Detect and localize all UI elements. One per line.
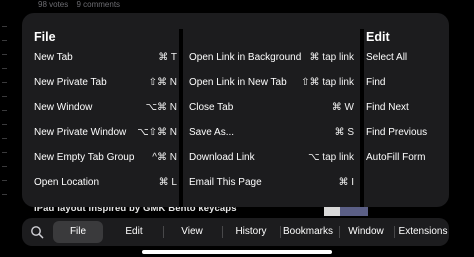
- menu-item-label: New Tab: [34, 52, 73, 63]
- shortcut-label: ⌘ T: [158, 52, 177, 63]
- menu-item-label: Close Tab: [189, 102, 234, 113]
- shortcut-label: ⌘ I: [338, 177, 354, 188]
- menubar-item-edit[interactable]: Edit: [112, 218, 156, 246]
- shortcut-label: ⇧⌘ N: [148, 77, 177, 88]
- shortcut-label: ⌘ L: [158, 177, 177, 188]
- menu-item-open-location[interactable]: Open Location ⌘ L: [34, 174, 177, 192]
- menu-item-label: Email This Page: [189, 177, 262, 188]
- file-menu-title: File: [34, 30, 56, 44]
- shortcut-label: ⇧⌘ tap link: [301, 77, 354, 88]
- comments-count: 9 comments: [76, 0, 121, 9]
- votes-count: 98 votes: [38, 0, 69, 9]
- menu-item-label: Open Link in Background: [189, 52, 302, 63]
- menu-item-new-private-tab[interactable]: New Private Tab ⇧⌘ N: [34, 74, 177, 92]
- menu-item-label: New Empty Tab Group: [34, 152, 135, 163]
- menu-item-label: New Private Tab: [34, 77, 107, 88]
- menubar-item-extensions[interactable]: Extensions: [398, 218, 448, 246]
- menu-item-label: Open Link in New Tab: [189, 77, 287, 88]
- menu-item-autofill-form[interactable]: AutoFill Form: [366, 149, 444, 167]
- menu-item-new-empty-tab-group[interactable]: New Empty Tab Group ^⌘ N: [34, 149, 177, 167]
- shortcut-label: ⌘ S: [334, 127, 354, 138]
- menu-item-find-previous[interactable]: Find Previous: [366, 124, 444, 142]
- menubar-separator: [339, 226, 340, 238]
- menubar-item-file[interactable]: File: [53, 221, 103, 243]
- menu-item-label: New Window: [34, 102, 93, 113]
- menu-item-label: Find Previous: [366, 127, 428, 138]
- menubar-separator: [280, 226, 281, 238]
- shortcut-label: ⌘ W: [331, 102, 354, 113]
- menu-item-find[interactable]: Find: [366, 74, 444, 92]
- menu-item-label: Open Location: [34, 177, 100, 188]
- menubar-item-view[interactable]: View: [169, 218, 215, 246]
- menu-item-open-link-new-tab[interactable]: Open Link in New Tab ⇧⌘ tap link: [189, 74, 354, 92]
- menu-item-open-link-background[interactable]: Open Link in Background ⌘ tap link: [189, 49, 354, 67]
- menu-item-save-as[interactable]: Save As... ⌘ S: [189, 124, 354, 142]
- column-divider: [179, 29, 183, 207]
- menu-item-label: AutoFill Form: [366, 152, 426, 163]
- menu-bar: File Edit View History Bookmarks Window …: [22, 218, 449, 246]
- menubar-item-history[interactable]: History: [228, 218, 274, 246]
- search-icon[interactable]: [30, 225, 44, 239]
- menu-item-label: Select All: [366, 52, 408, 63]
- menu-item-label: New Private Window: [34, 127, 127, 138]
- menu-item-download-link[interactable]: Download Link ⌥ tap link: [189, 149, 354, 167]
- shortcut-label: ⌥ tap link: [308, 152, 354, 163]
- column-divider: [360, 29, 364, 207]
- menu-item-new-window[interactable]: New Window ⌥⌘ N: [34, 99, 177, 117]
- menu-item-label: Find Next: [366, 102, 409, 113]
- shortcut-label: ^⌘ N: [152, 152, 177, 163]
- edit-menu-title: Edit: [366, 30, 390, 44]
- shortcut-label: ⌥⇧⌘ N: [137, 127, 177, 138]
- menubar-separator: [163, 226, 164, 238]
- menu-item-label: Save As...: [189, 127, 235, 138]
- home-indicator[interactable]: [142, 250, 332, 254]
- menu-item-label: Find: [366, 77, 386, 88]
- menu-item-new-private-window[interactable]: New Private Window ⌥⇧⌘ N: [34, 124, 177, 142]
- menu-item-new-tab[interactable]: New Tab ⌘ T: [34, 49, 177, 67]
- menubar-item-bookmarks[interactable]: Bookmarks: [283, 218, 333, 246]
- shortcut-label: ⌘ tap link: [309, 52, 354, 63]
- menu-item-find-next[interactable]: Find Next: [366, 99, 444, 117]
- menubar-item-window[interactable]: Window: [344, 218, 388, 246]
- post-meta: 98 votes 9 comments: [38, 0, 126, 9]
- menu-item-email-page[interactable]: Email This Page ⌘ I: [189, 174, 354, 192]
- page-gutter-marks: [0, 18, 10, 218]
- menu-item-select-all[interactable]: Select All: [366, 49, 444, 67]
- menubar-separator: [222, 226, 223, 238]
- menu-item-close-tab[interactable]: Close Tab ⌘ W: [189, 99, 354, 117]
- menu-item-label: Download Link: [189, 152, 255, 163]
- shortcut-label: ⌥⌘ N: [145, 102, 177, 113]
- menubar-separator: [394, 226, 395, 238]
